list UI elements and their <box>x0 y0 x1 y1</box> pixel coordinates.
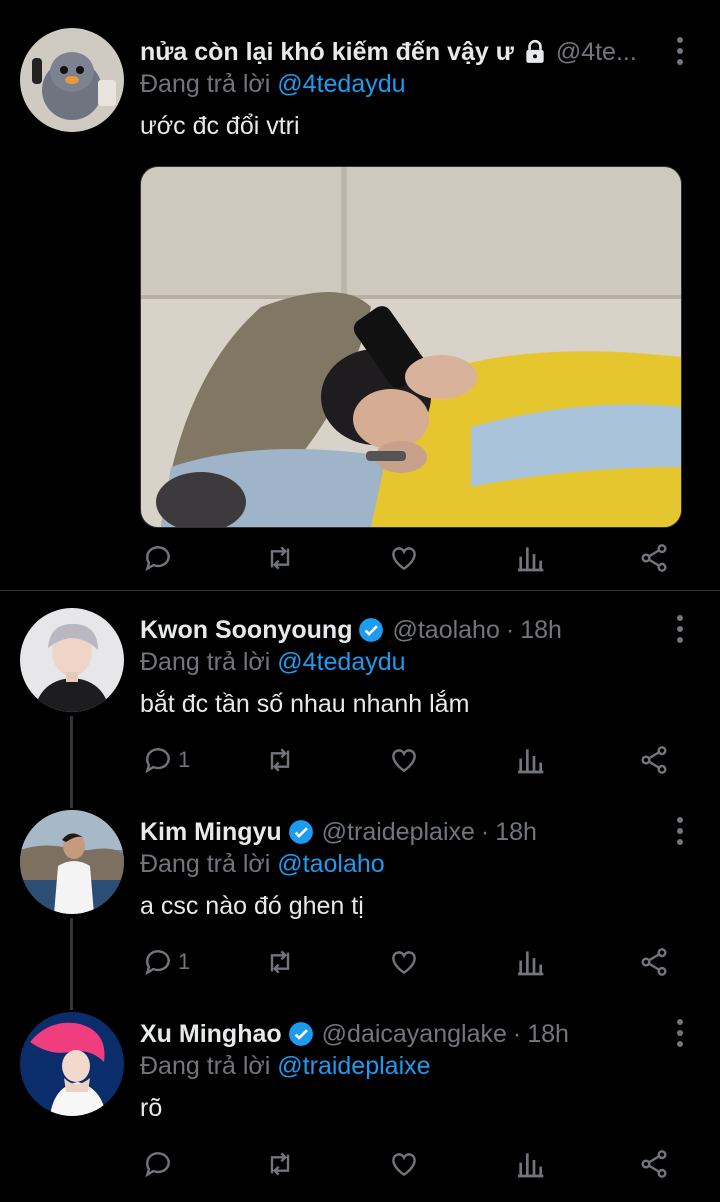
analytics-icon <box>518 547 544 572</box>
tweet-header: Xu Minghao @daicayanglake · 18h <box>140 1016 660 1052</box>
tweet-text: ước đc đổi vtri <box>140 112 300 140</box>
verified-icon <box>288 820 313 844</box>
more-icon[interactable] <box>670 612 690 646</box>
reply-icon <box>145 546 170 572</box>
handle[interactable]: @4te... <box>556 38 637 67</box>
reply-count: 1 <box>178 949 191 974</box>
avatar[interactable] <box>20 810 124 914</box>
lock-icon <box>526 39 544 63</box>
like-button[interactable] <box>388 740 420 780</box>
like-button[interactable] <box>388 1144 420 1184</box>
retweet-button[interactable] <box>264 1144 296 1184</box>
share-icon <box>641 746 667 774</box>
share-icon <box>641 544 667 572</box>
retweet-icon <box>270 1152 290 1176</box>
like-button[interactable] <box>388 942 420 982</box>
verified-icon <box>359 618 384 642</box>
reply-button[interactable] <box>142 538 178 578</box>
reply-button[interactable] <box>142 1144 178 1184</box>
share-button[interactable] <box>638 538 670 578</box>
retweet-icon <box>270 950 290 974</box>
tweet-header: Kwon Soonyoung @taolaho · 18h <box>140 612 660 648</box>
more-icon[interactable] <box>670 34 690 68</box>
analytics-button[interactable] <box>514 538 546 578</box>
tweet-text: rõ <box>140 1094 163 1122</box>
reply-button[interactable]: 1 <box>142 942 190 982</box>
retweet-button[interactable] <box>264 942 296 982</box>
tweet-2[interactable]: Kwon Soonyoung @taolaho · 18h Đang trả l… <box>0 590 720 792</box>
replying-to-label: Đang trả lời <box>140 70 271 98</box>
retweet-icon <box>270 748 290 772</box>
tweet-4[interactable]: Xu Minghao @daicayanglake · 18h Đang trả… <box>0 994 720 1202</box>
timestamp[interactable]: 18h <box>527 1020 569 1049</box>
tweet-actions <box>140 538 700 578</box>
separator: · <box>480 817 490 846</box>
handle[interactable]: @traideplaixe <box>322 818 475 847</box>
more-icon[interactable] <box>670 1016 690 1050</box>
replying-to: Đang trả lời @4tedaydu <box>140 70 406 99</box>
replying-to-label: Đang trả lời <box>140 1052 271 1080</box>
retweet-button[interactable] <box>264 740 296 780</box>
analytics-icon <box>518 1153 544 1178</box>
like-icon <box>392 749 416 773</box>
mention-link[interactable]: @traideplaixe <box>277 1052 430 1080</box>
separator: · <box>505 615 515 644</box>
like-button[interactable] <box>388 538 420 578</box>
tweet-actions: 1 <box>140 942 700 982</box>
avatar[interactable] <box>20 28 124 132</box>
mention-link[interactable]: @taolaho <box>277 850 384 878</box>
tweet-header: nửa còn lại khó kiếm đến vậy ư @4te... <box>140 34 660 70</box>
tweet-3[interactable]: Kim Mingyu @traideplaixe · 18h Đang trả … <box>0 792 720 994</box>
tweet-photo[interactable] <box>140 166 682 528</box>
reply-icon <box>145 950 170 976</box>
reply-icon <box>145 1152 170 1178</box>
analytics-icon <box>518 749 544 774</box>
handle[interactable]: @daicayanglake <box>322 1020 507 1049</box>
tweet-actions: 1 <box>140 740 700 780</box>
display-name[interactable]: Xu Minghao <box>140 1020 282 1049</box>
mention-link[interactable]: @4tedaydu <box>277 648 405 676</box>
tweet-1[interactable]: nửa còn lại khó kiếm đến vậy ư @4te... Đ… <box>0 0 720 590</box>
display-name[interactable]: nửa còn lại khó kiếm đến vậy ư <box>140 38 514 67</box>
separator: · <box>512 1019 522 1048</box>
share-icon <box>641 948 667 976</box>
replying-to: Đang trả lời @taolaho <box>140 850 385 879</box>
avatar[interactable] <box>20 1012 124 1116</box>
analytics-button[interactable] <box>514 1144 546 1184</box>
tweet-text: bắt đc tần số nhau nhanh lắm <box>140 690 470 718</box>
replying-to-label: Đang trả lời <box>140 648 271 676</box>
tweet-header: Kim Mingyu @traideplaixe · 18h <box>140 814 660 850</box>
share-icon <box>641 1150 667 1178</box>
tweet-actions <box>140 1144 700 1184</box>
timestamp[interactable]: 18h <box>495 818 537 847</box>
handle[interactable]: @taolaho <box>392 616 499 645</box>
reply-icon <box>145 748 170 774</box>
analytics-icon <box>518 951 544 976</box>
retweet-button[interactable] <box>264 538 296 578</box>
share-button[interactable] <box>638 1144 670 1184</box>
reply-button[interactable]: 1 <box>142 740 190 780</box>
analytics-button[interactable] <box>514 740 546 780</box>
replying-to: Đang trả lời @4tedaydu <box>140 648 406 677</box>
mention-link[interactable]: @4tedaydu <box>277 70 405 98</box>
like-icon <box>392 547 416 571</box>
retweet-icon <box>270 546 290 570</box>
reply-count: 1 <box>178 747 191 772</box>
replying-to-label: Đang trả lời <box>140 850 271 878</box>
timestamp[interactable]: 18h <box>520 616 562 645</box>
analytics-button[interactable] <box>514 942 546 982</box>
replying-to: Đang trả lời @traideplaixe <box>140 1052 431 1081</box>
display-name[interactable]: Kim Mingyu <box>140 818 282 847</box>
verified-icon <box>288 1022 313 1046</box>
tweet-text: a csc nào đó ghen tị <box>140 892 364 920</box>
share-button[interactable] <box>638 942 670 982</box>
display-name[interactable]: Kwon Soonyoung <box>140 616 352 645</box>
more-icon[interactable] <box>670 814 690 848</box>
like-icon <box>392 1153 416 1177</box>
avatar[interactable] <box>20 608 124 712</box>
share-button[interactable] <box>638 740 670 780</box>
like-icon <box>392 951 416 975</box>
